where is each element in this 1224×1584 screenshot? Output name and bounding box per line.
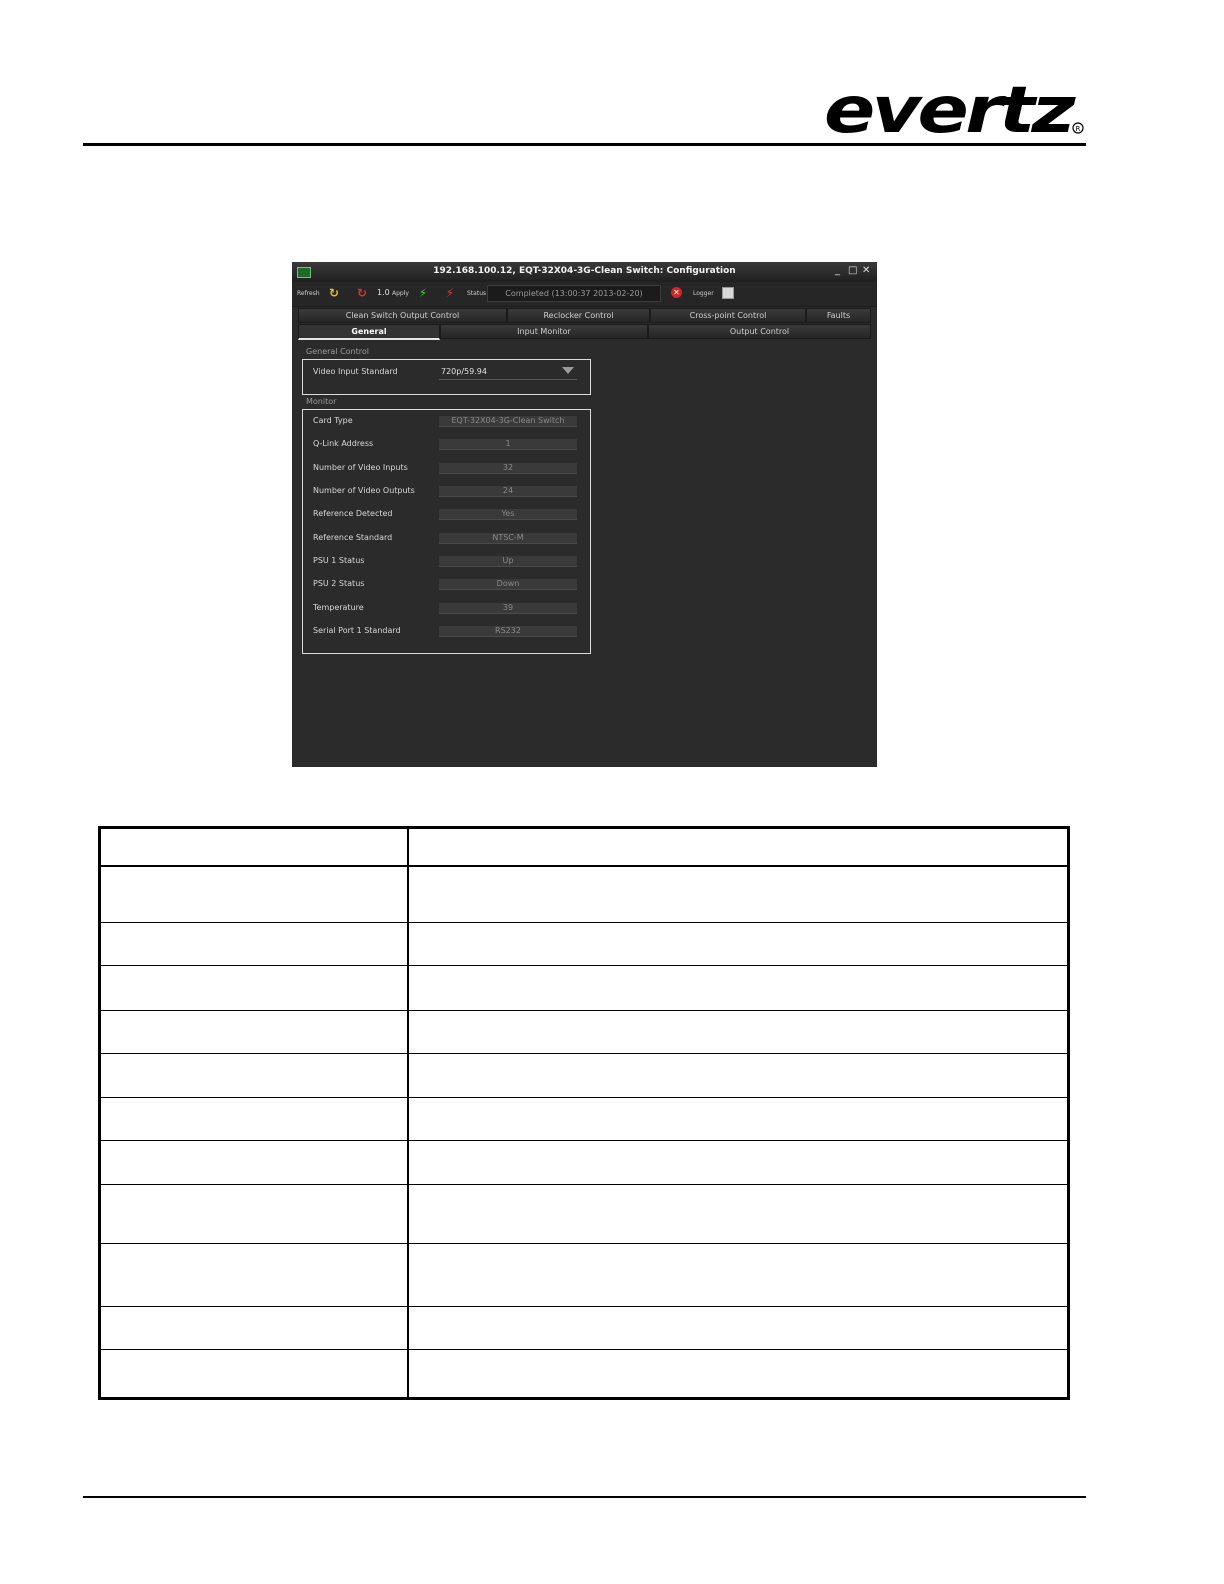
monitor-row-label: PSU 1 Status: [313, 556, 365, 565]
combo-underline: [439, 379, 577, 380]
video-input-standard-select[interactable]: 720p/59.94: [441, 367, 487, 376]
tab-clean-switch-output-control[interactable]: Clean Switch Output Control: [298, 308, 507, 323]
row-divider: [101, 1097, 1067, 1098]
monitor-row-label: PSU 2 Status: [313, 579, 365, 588]
monitor-group: Card Type EQT-32X04-3G-Clean Switch Q-Li…: [302, 409, 591, 654]
refresh-all-icon[interactable]: ↻: [355, 286, 369, 300]
close-icon[interactable]: ✕: [862, 265, 870, 277]
monitor-row-value: EQT-32X04-3G-Clean Switch: [439, 416, 577, 427]
general-control-title: General Control: [306, 347, 369, 356]
tab-cross-point-control[interactable]: Cross-point Control: [650, 308, 806, 323]
tab-input-monitor[interactable]: Input Monitor: [440, 324, 648, 339]
monitor-row-label: Number of Video Outputs: [313, 486, 415, 495]
monitor-row-value: RS232: [439, 626, 577, 637]
apply-label: Apply: [392, 290, 409, 297]
general-control-group: Video Input Standard 720p/59.94: [302, 359, 591, 395]
monitor-row-value: Up: [439, 556, 577, 567]
version-value: 1.0: [377, 288, 390, 297]
row-divider: [101, 1053, 1067, 1054]
column-divider: [407, 829, 409, 1397]
minimize-icon[interactable]: _: [835, 265, 840, 277]
monitor-row-value: NTSC-M: [439, 533, 577, 544]
monitor-row-label: Q-Link Address: [313, 439, 374, 448]
monitor-row-value: 39: [439, 603, 577, 614]
toolbar: Refresh ↻ ↻ 1.0 Apply ⚡ ⚡ Status Complet…: [292, 282, 877, 307]
error-icon[interactable]: ✕: [671, 287, 682, 298]
monitor-row-value: Down: [439, 579, 577, 590]
status-label: Status: [467, 290, 487, 297]
video-input-standard-label: Video Input Standard: [313, 367, 398, 376]
title-bar: 192.168.100.12, EQT-32X04-3G-Clean Switc…: [292, 262, 877, 282]
maximize-icon[interactable]: □: [848, 265, 857, 277]
dropdown-arrow-icon[interactable]: [562, 367, 574, 374]
refresh-icon[interactable]: ↻: [327, 286, 341, 300]
row-divider: [101, 1184, 1067, 1185]
tab-row-1: Clean Switch Output Control Reclocker Co…: [298, 308, 871, 323]
row-divider: [101, 965, 1067, 966]
tab-general[interactable]: General: [298, 324, 440, 340]
tab-row-2: General Input Monitor Output Control: [298, 324, 871, 340]
svg-text:evertz: evertz: [824, 78, 1076, 142]
monitor-row-value: 1: [439, 439, 577, 450]
monitor-row-label: Reference Standard: [313, 533, 393, 542]
parameter-table: [98, 826, 1070, 1400]
logger-label: Logger: [693, 290, 714, 297]
tab-faults[interactable]: Faults: [806, 308, 871, 323]
header-rule: [83, 143, 1086, 146]
monitor-row-label: Card Type: [313, 416, 353, 425]
monitor-row-label: Serial Port 1 Standard: [313, 626, 401, 635]
configuration-window: 192.168.100.12, EQT-32X04-3G-Clean Switc…: [292, 262, 877, 767]
window-title: 192.168.100.12, EQT-32X04-3G-Clean Switc…: [433, 266, 736, 276]
monitor-row-value: 24: [439, 486, 577, 497]
row-divider: [101, 1349, 1067, 1350]
apply-all-icon[interactable]: ⚡: [443, 286, 457, 300]
monitor-row-label: Reference Detected: [313, 509, 393, 518]
monitor-row-label: Number of Video Inputs: [313, 463, 408, 472]
logger-icon[interactable]: [722, 287, 734, 299]
svg-text:R: R: [1076, 125, 1081, 133]
header-row-divider: [101, 865, 1067, 867]
apply-icon[interactable]: ⚡: [416, 286, 430, 300]
row-divider: [101, 1010, 1067, 1011]
evertz-logo: evertz R: [824, 78, 1084, 142]
monitor-row-label: Temperature: [313, 603, 364, 612]
row-divider: [101, 1306, 1067, 1307]
tab-output-control[interactable]: Output Control: [648, 324, 871, 339]
refresh-label: Refresh: [297, 290, 320, 297]
row-divider: [101, 1243, 1067, 1244]
status-field: Completed (13:00:37 2013-02-20): [487, 285, 661, 302]
tab-reclocker-control[interactable]: Reclocker Control: [507, 308, 650, 323]
monitor-title: Monitor: [306, 397, 337, 406]
monitor-row-value: Yes: [439, 509, 577, 520]
footer-rule: [83, 1496, 1086, 1498]
row-divider: [101, 922, 1067, 923]
monitor-row-value: 32: [439, 463, 577, 474]
row-divider: [101, 1140, 1067, 1141]
